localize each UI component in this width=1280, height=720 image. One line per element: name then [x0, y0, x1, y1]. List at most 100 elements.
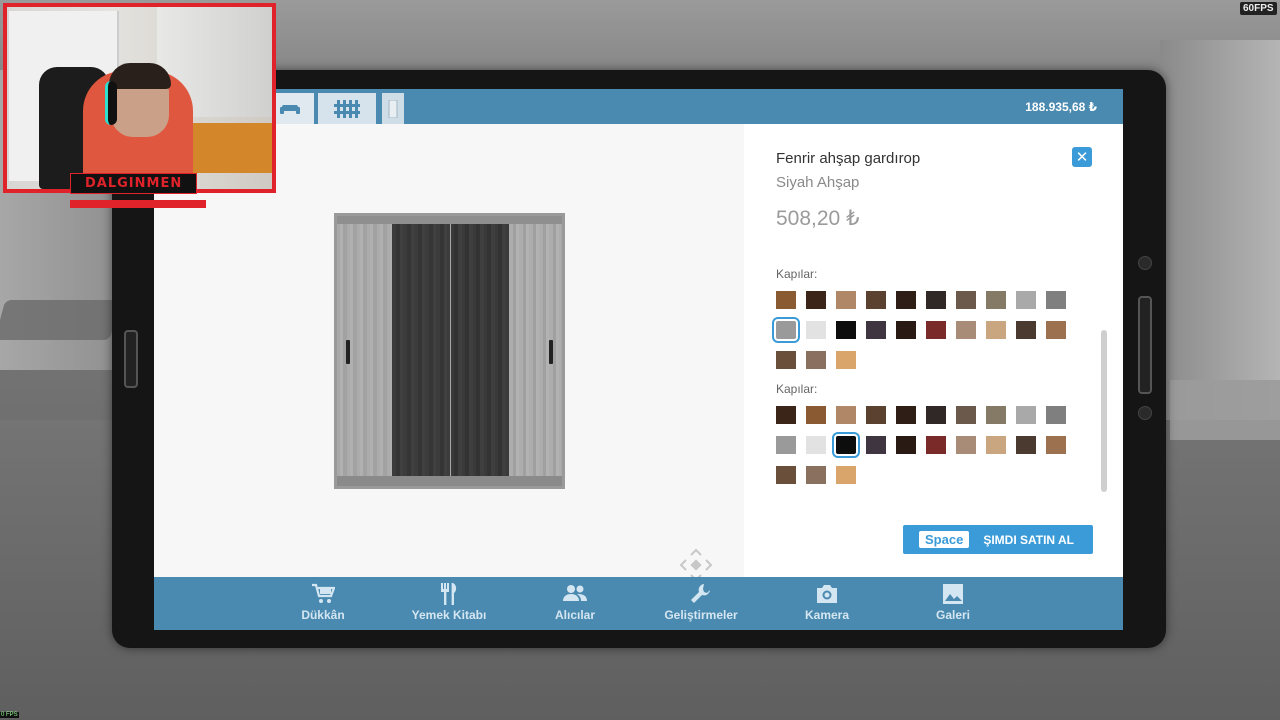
space-key-hint: Space [919, 531, 970, 548]
tablet-sensor-dot [1138, 406, 1152, 420]
color-swatch[interactable] [806, 436, 826, 454]
color-swatch[interactable] [836, 466, 856, 484]
wrench-icon [691, 584, 710, 603]
color-swatch[interactable] [832, 432, 860, 458]
background-chair [0, 300, 121, 340]
color-swatch[interactable] [776, 406, 796, 424]
color-section-label: Kapılar: [776, 382, 818, 396]
color-swatch[interactable] [836, 351, 856, 369]
color-swatch[interactable] [956, 321, 976, 339]
close-icon: ✕ [1075, 148, 1089, 166]
color-section-label: Kapılar: [776, 267, 818, 281]
tablet-side-button [124, 330, 138, 388]
color-swatch[interactable] [806, 406, 826, 424]
color-swatch[interactable] [926, 436, 946, 454]
people-icon [563, 585, 587, 601]
background-desk [1170, 380, 1280, 440]
color-swatch[interactable] [986, 321, 1006, 339]
buy-now-label: ŞIMDI SATIN AL [983, 532, 1074, 547]
color-swatch[interactable] [926, 321, 946, 339]
tablet-screen: 188.935,68 ₺ Fenrir ahşap gardırop Siyah… [154, 89, 1123, 630]
webcam-streamer-hair [109, 63, 171, 89]
color-swatch[interactable] [926, 406, 946, 424]
nav-gallery[interactable]: Galeri [898, 583, 1008, 622]
webcam-overlay [3, 3, 276, 193]
color-swatch[interactable] [1046, 406, 1066, 424]
tab-fences[interactable] [318, 93, 376, 124]
color-swatch[interactable] [986, 406, 1006, 424]
nav-label: Geliştirmeler [664, 608, 738, 622]
nav-label: Alıcılar [554, 608, 596, 622]
tab-doors[interactable] [382, 93, 404, 124]
item-name: Fenrir ahşap gardırop [776, 150, 921, 167]
color-swatch[interactable] [896, 406, 916, 424]
tablet-side-button-right [1138, 296, 1152, 394]
panel-scrollbar[interactable] [1101, 330, 1107, 492]
wardrobe-side-panel-right [509, 224, 561, 476]
nav-upgrades[interactable]: Geliştirmeler [646, 583, 756, 622]
cart-icon [312, 583, 335, 603]
color-swatch[interactable] [986, 291, 1006, 309]
tablet-camera-dot [1138, 256, 1152, 270]
color-swatch[interactable] [776, 436, 796, 454]
close-button[interactable]: ✕ [1072, 147, 1092, 167]
color-swatch[interactable] [866, 406, 886, 424]
nav-cookbook[interactable]: Yemek Kitabı [394, 583, 504, 622]
camera-icon [817, 585, 837, 603]
sofa-icon [280, 104, 300, 114]
color-swatch[interactable] [806, 351, 826, 369]
color-swatch[interactable] [1016, 406, 1036, 424]
nav-camera[interactable]: Kamera [772, 583, 882, 622]
color-swatch[interactable] [866, 321, 886, 339]
color-swatch[interactable] [986, 436, 1006, 454]
color-swatch[interactable] [1016, 291, 1036, 309]
color-swatch[interactable] [836, 321, 856, 339]
wardrobe-door-left [392, 224, 450, 476]
color-swatch[interactable] [956, 436, 976, 454]
fps-mini-counter: 0 FPS [0, 712, 19, 718]
item-variant: Siyah Ahşap [776, 174, 860, 191]
color-swatch[interactable] [1016, 321, 1036, 339]
nav-label: Galeri [935, 608, 971, 622]
buy-now-button[interactable]: Space ŞIMDI SATIN AL [903, 525, 1093, 554]
nav-label: Kamera [804, 608, 850, 622]
color-swatch[interactable] [1046, 291, 1066, 309]
color-swatch[interactable] [866, 436, 886, 454]
color-swatch[interactable] [896, 321, 916, 339]
color-swatch[interactable] [836, 406, 856, 424]
streamer-logo: DALGINMEN [70, 173, 198, 194]
color-swatch[interactable] [896, 291, 916, 309]
wardrobe-door-right [451, 224, 509, 476]
door-icon [388, 99, 398, 118]
color-swatch[interactable] [836, 291, 856, 309]
item-details-panel: Fenrir ahşap gardırop Siyah Ahşap 508,20… [744, 124, 1123, 577]
color-swatch[interactable] [806, 466, 826, 484]
color-swatch[interactable] [806, 291, 826, 309]
wardrobe-base [337, 476, 562, 486]
color-swatch[interactable] [1046, 321, 1066, 339]
nav-buyers[interactable]: Alıcılar [520, 583, 630, 622]
color-swatch[interactable] [776, 291, 796, 309]
money-balance: 188.935,68 ₺ [1025, 100, 1097, 114]
color-swatch[interactable] [776, 351, 796, 369]
color-swatch[interactable] [956, 291, 976, 309]
nav-label: Yemek Kitabı [411, 608, 487, 622]
color-swatch[interactable] [866, 291, 886, 309]
color-swatch[interactable] [806, 321, 826, 339]
fps-counter: 60FPS [1240, 2, 1277, 15]
wardrobe-top [337, 216, 562, 224]
color-swatch[interactable] [772, 317, 800, 343]
color-swatch[interactable] [956, 406, 976, 424]
nav-shop[interactable]: Dükkân [268, 583, 378, 622]
color-swatch[interactable] [926, 291, 946, 309]
color-swatch[interactable] [1016, 436, 1036, 454]
color-swatch[interactable] [776, 466, 796, 484]
nav-label: Dükkân [301, 608, 345, 622]
color-swatch-grid [772, 291, 1076, 381]
color-swatch[interactable] [1046, 436, 1066, 454]
fence-icon [334, 99, 360, 118]
cutlery-icon [441, 583, 457, 605]
color-swatch[interactable] [896, 436, 916, 454]
streamer-logo-strip [70, 200, 206, 208]
image-icon [943, 584, 963, 604]
